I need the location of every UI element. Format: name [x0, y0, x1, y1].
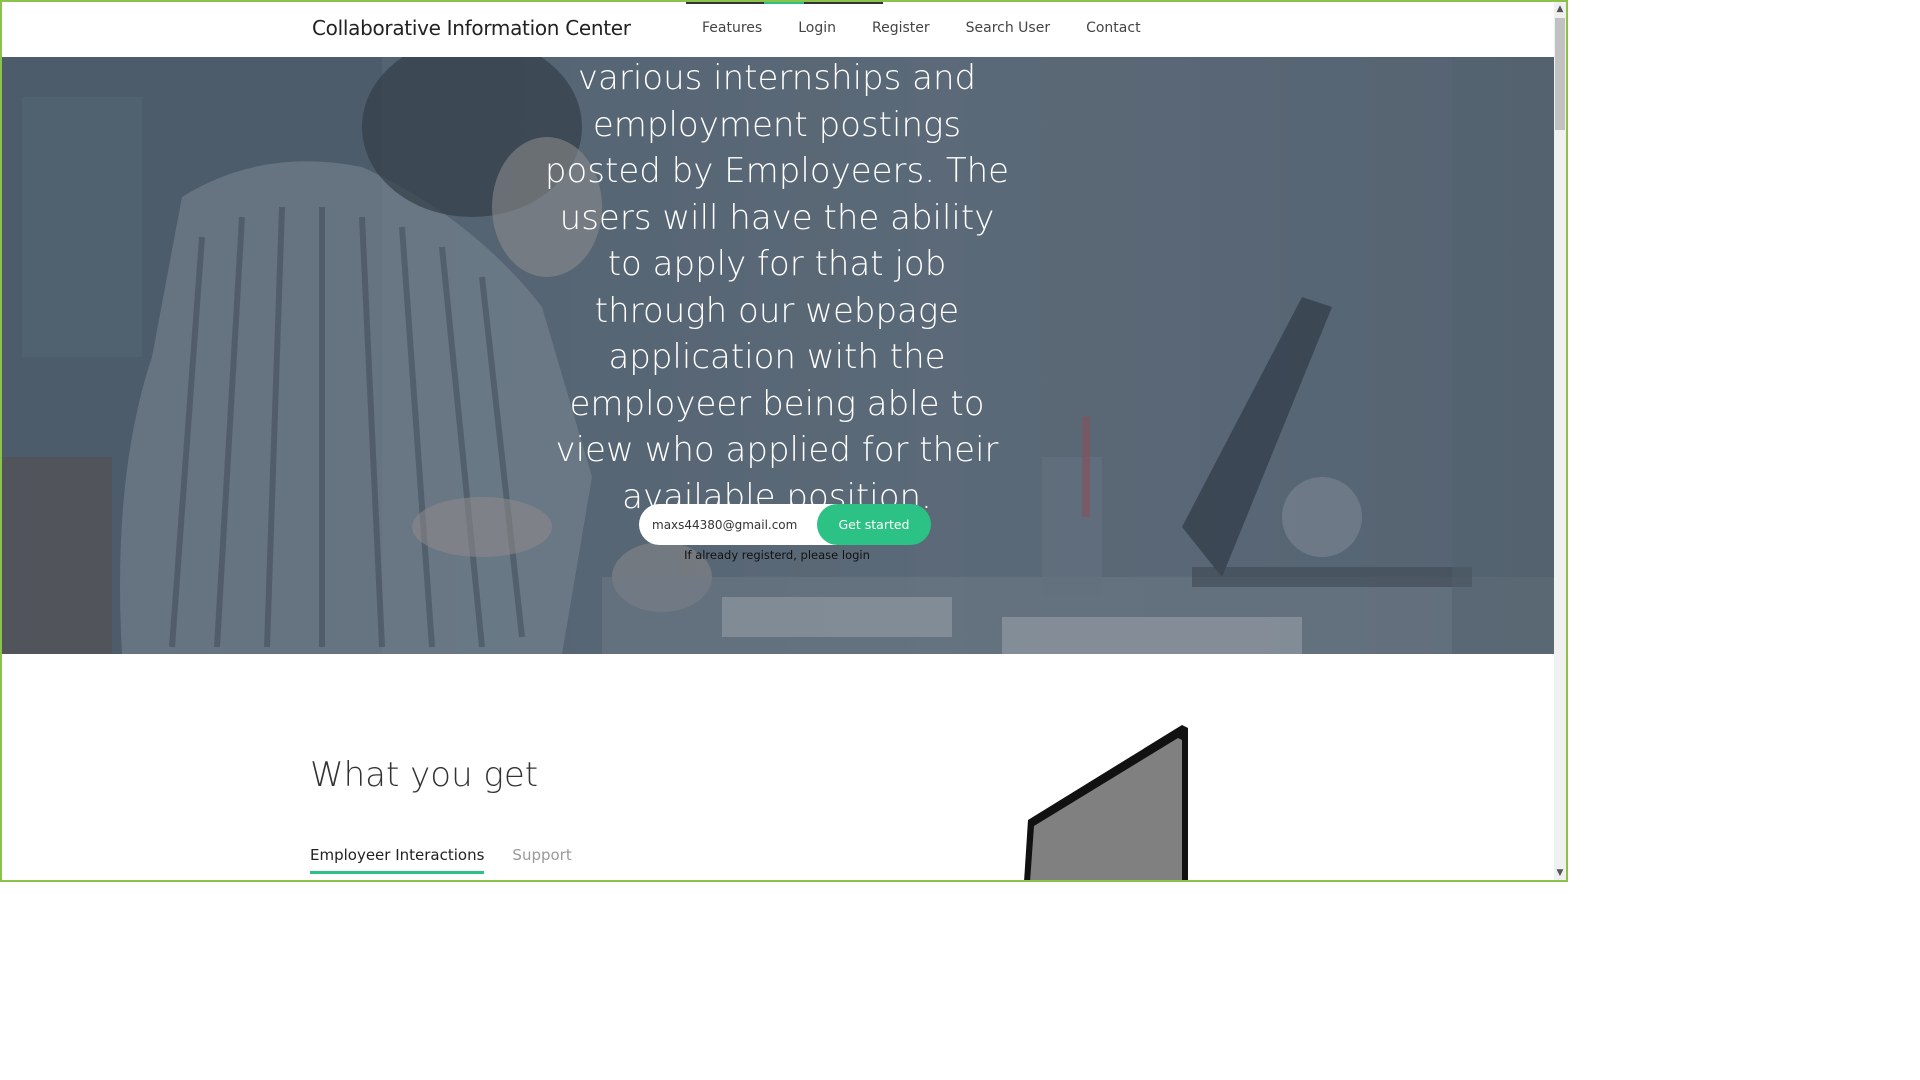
nav-link-register[interactable]: Register — [854, 2, 948, 57]
features-section-title: What you get — [310, 755, 539, 795]
signup-form: Get started — [639, 504, 931, 545]
email-input[interactable] — [639, 504, 839, 545]
tab-employeer-interactions[interactable]: Employeer Interactions — [310, 846, 485, 874]
page-scrollbar[interactable]: ▲ ▼ — [1554, 2, 1566, 880]
hero-section: various internships and employment posti… — [2, 57, 1554, 654]
laptop-image — [1024, 725, 1188, 882]
login-hint-link[interactable]: If already registerd, please login — [592, 548, 962, 562]
tab-support[interactable]: Support — [512, 846, 571, 874]
nav-link-login[interactable]: Login — [780, 2, 854, 57]
hero-description: various internships and employment posti… — [544, 58, 1010, 517]
nav-link-search-user[interactable]: Search User — [948, 2, 1068, 57]
nav-link-contact[interactable]: Contact — [1068, 2, 1158, 57]
scroll-down-arrow-icon[interactable]: ▼ — [1554, 866, 1566, 880]
get-started-button[interactable]: Get started — [817, 504, 931, 545]
features-tabs: Employeer Interactions Support — [310, 846, 600, 874]
brand-logo-link[interactable]: Collaborative Information Center — [312, 16, 631, 40]
scroll-up-arrow-icon[interactable]: ▲ — [1554, 2, 1566, 16]
navbar: Collaborative Information Center Feature… — [2, 2, 1554, 57]
nav-link-features[interactable]: Features — [684, 2, 780, 57]
nav-links: Features Login Register Search User Cont… — [684, 2, 1159, 57]
scroll-thumb[interactable] — [1555, 18, 1565, 130]
